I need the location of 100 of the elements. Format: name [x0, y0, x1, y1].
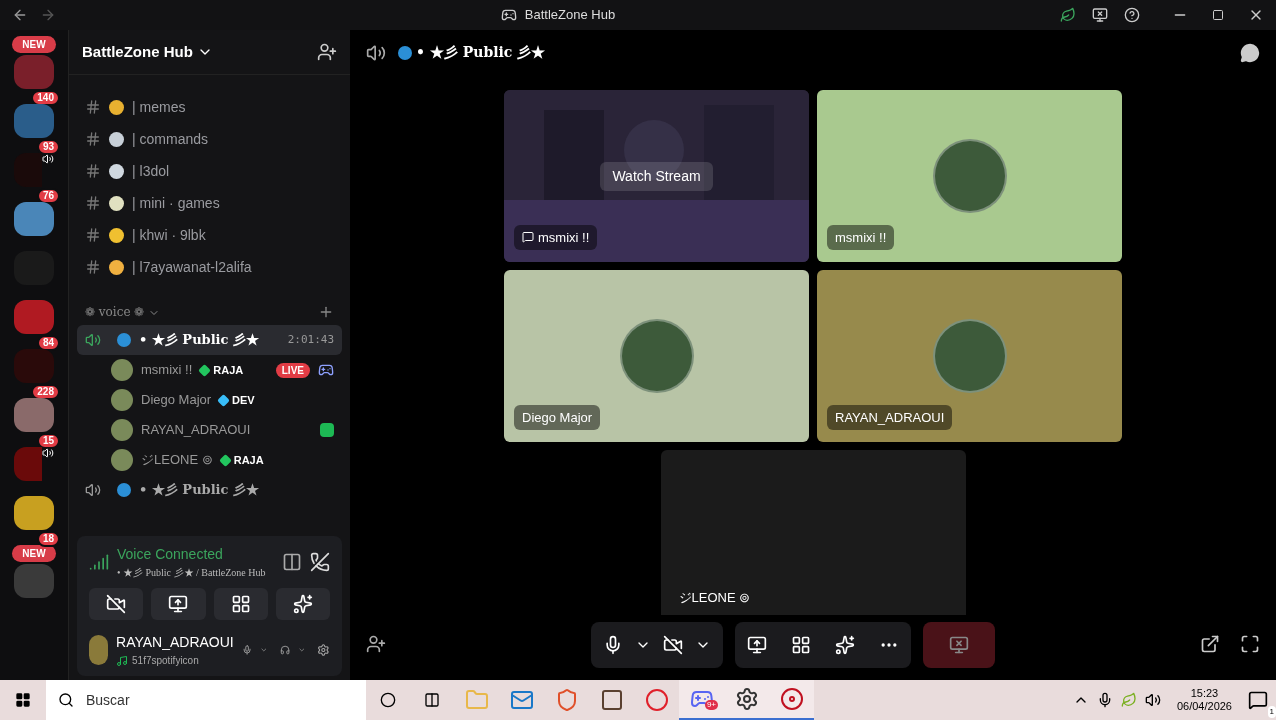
camera-off-icon: [106, 594, 127, 614]
back-icon[interactable]: [12, 7, 28, 23]
square-icon: [599, 688, 624, 712]
channel-name: • ★彡 Public 彡★: [139, 331, 259, 350]
member-name: Diego Major: [141, 391, 212, 410]
camera-off-icon[interactable]: [663, 635, 683, 655]
voice-member[interactable]: Diego Major DEV: [77, 385, 342, 415]
chat-icon[interactable]: [1240, 42, 1260, 63]
taskbar-app[interactable]: 9+: [679, 680, 724, 720]
category-label[interactable]: ❁ voice ❁: [85, 303, 145, 321]
video-tile[interactable]: ジLEONE ⊚: [660, 450, 966, 615]
invite-icon[interactable]: [317, 42, 337, 62]
hash-icon: [85, 195, 101, 211]
soundboard-button[interactable]: [275, 588, 330, 620]
volume-icon[interactable]: [1144, 692, 1161, 708]
count-badge: 93: [36, 139, 60, 155]
channel-item[interactable]: | mini · games: [77, 187, 342, 219]
server-name[interactable]: BattleZone Hub: [82, 40, 193, 64]
count-badge: 84: [36, 335, 60, 351]
participant-name: ジLEONE ⊚: [678, 588, 751, 607]
share-screen-button[interactable]: [151, 588, 206, 620]
hash-icon: [85, 163, 101, 179]
participant-name: RAYAN_ADRAOUI: [835, 408, 945, 427]
video-tile[interactable]: Watch Stream msmixi !!: [504, 90, 809, 262]
cortana-icon[interactable]: [380, 692, 396, 708]
participant-name: msmixi !!: [538, 228, 590, 247]
member-name: msmixi !!: [141, 361, 193, 380]
member-name: RAYAN_ADRAOUI: [141, 421, 251, 440]
channel-item[interactable]: | l7ayawanat-l2alifa: [77, 251, 342, 283]
role-tag: RAJA: [213, 361, 244, 379]
start-icon[interactable]: [15, 692, 31, 708]
app-icon: [500, 7, 517, 23]
server-icon[interactable]: [14, 202, 54, 236]
music-icon: [116, 654, 129, 667]
maximize-icon[interactable]: [1212, 9, 1224, 21]
globe-icon: [117, 483, 131, 497]
avatar[interactable]: [89, 635, 109, 665]
voice-channel[interactable]: • ★彡 Public 彡★: [77, 475, 342, 505]
watch-stream-button[interactable]: Watch Stream: [600, 161, 713, 191]
hash-icon: [85, 259, 101, 275]
activity-icon[interactable]: [791, 635, 811, 655]
search-icon: [58, 692, 74, 708]
sparkle-icon: [292, 594, 313, 614]
clock-date[interactable]: 06/04/2026: [1176, 700, 1232, 713]
leaf-icon[interactable]: [1060, 7, 1076, 23]
popout-icon[interactable]: [1200, 634, 1220, 654]
server-icon[interactable]: [14, 496, 54, 530]
help-icon[interactable]: [1124, 7, 1140, 23]
role-tag: RAJA: [233, 451, 264, 469]
window-title: BattleZone Hub: [524, 6, 616, 25]
voice-member[interactable]: RAYAN_ADRAOUI: [77, 415, 342, 445]
count-badge: 18: [36, 531, 60, 547]
channel-name: | memes: [132, 97, 186, 117]
voice-detail[interactable]: • ★彡 Public 彡★ / BattleZone Hub: [117, 565, 266, 580]
avatar: [111, 449, 133, 471]
activity-button[interactable]: [213, 588, 268, 620]
camera-button[interactable]: [89, 588, 144, 620]
voice-member[interactable]: ジLEONE ⊚ RAJA: [77, 445, 342, 475]
server-icon[interactable]: [14, 398, 54, 432]
invite-icon[interactable]: [366, 634, 386, 654]
speaker-icon: [85, 332, 101, 348]
share-screen-icon[interactable]: [747, 635, 767, 655]
user-name[interactable]: RAYAN_ADRAOUI: [116, 632, 234, 653]
clock-time[interactable]: 15:23: [1190, 687, 1219, 700]
notifications-icon[interactable]: [1248, 690, 1268, 710]
channel-name: | l7ayawanat-l2alifa: [132, 257, 252, 277]
taskbar-app[interactable]: [769, 680, 814, 720]
channel-item[interactable]: | commands: [77, 123, 342, 155]
speaker-icon: [85, 482, 101, 498]
video-tile[interactable]: msmixi !!: [817, 90, 1122, 262]
task-view-icon[interactable]: [424, 692, 440, 708]
globe-icon: [117, 333, 131, 347]
soundboard-icon[interactable]: [835, 635, 855, 655]
channel-item[interactable]: | memes: [77, 91, 342, 123]
new-badge: NEW: [12, 545, 56, 562]
channel-name: | l3dol: [132, 161, 170, 181]
video-tile[interactable]: RAYAN_ADRAOUI: [817, 270, 1122, 442]
disconnect-icon[interactable]: [310, 552, 330, 572]
voice-status[interactable]: Voice Connected: [117, 544, 266, 565]
channel-name: | mini · games: [132, 193, 220, 213]
settings-icon: [734, 687, 759, 711]
add-icon[interactable]: [318, 304, 334, 320]
channel-item[interactable]: | l3dol: [77, 155, 342, 187]
mic-icon[interactable]: [603, 635, 623, 655]
speaker-icon: [366, 42, 386, 63]
fullscreen-icon[interactable]: [1240, 634, 1260, 654]
leave-call-button[interactable]: [923, 622, 995, 668]
grid-icon: [230, 594, 251, 614]
voice-member[interactable]: msmixi !! RAJA LIVE: [77, 355, 342, 385]
app-badge: 9+: [704, 700, 718, 710]
monitor-x-icon: [949, 635, 969, 655]
channel-item[interactable]: | khwi · 9lbk: [77, 219, 342, 251]
count-badge: 76: [36, 188, 60, 204]
video-tile[interactable]: Diego Major: [504, 270, 809, 442]
spotify-icon: [320, 423, 334, 437]
voice-channel[interactable]: • ★彡 Public 彡★ 2:01:43: [77, 325, 342, 355]
count-badge: 140: [31, 90, 60, 106]
channel-name: | commands: [132, 129, 208, 149]
call-timer: 2:01:43: [287, 331, 334, 348]
live-badge: LIVE: [275, 362, 310, 378]
